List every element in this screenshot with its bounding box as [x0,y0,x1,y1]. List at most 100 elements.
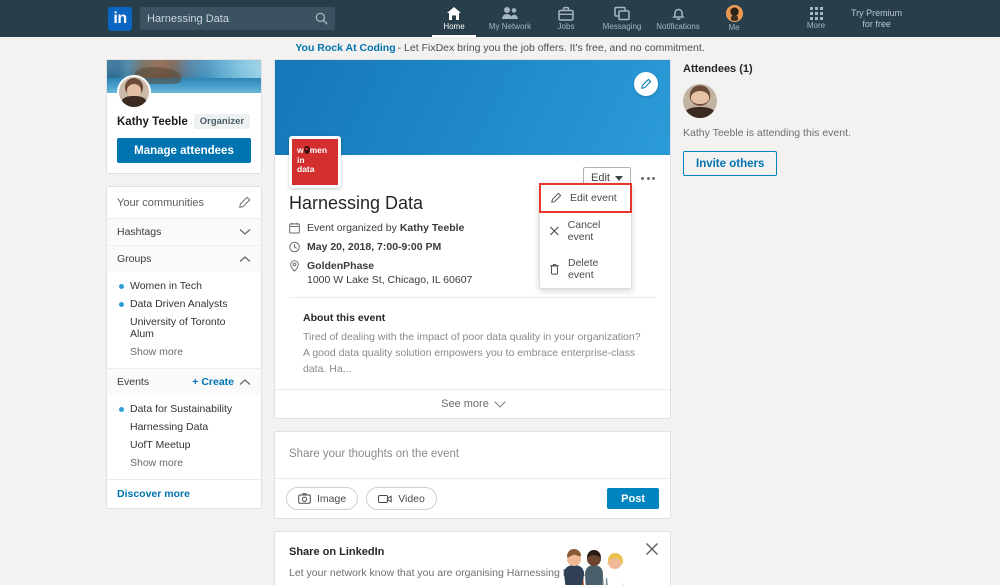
try-premium-link[interactable]: Try Premium for free [851,8,902,30]
section-groups[interactable]: Groups [107,245,261,272]
invite-others-button[interactable]: Invite others [683,151,777,176]
list-item[interactable]: Data for Sustainability [107,400,261,418]
add-image-button[interactable]: Image [286,487,358,510]
event-label: Data for Sustainability [130,403,232,415]
avatar-icon [726,5,743,22]
nav-item-my-network-label: My Network [489,22,531,31]
search-input[interactable] [147,13,315,25]
nav-item-me[interactable]: Me [706,0,762,37]
unread-dot-icon [119,302,124,307]
share-on-linkedin-card: Share on LinkedIn Let your network know … [274,531,671,585]
chevron-down-icon [239,228,251,236]
manage-attendees-button[interactable]: Manage attendees [117,138,251,163]
menu-item-edit-event[interactable]: Edit event [539,183,632,213]
communities-header: Your communities [107,187,261,218]
about-section: About this event Tired of dealing with t… [289,297,656,389]
logo-line-2: men [310,145,327,155]
group-label: Data Driven Analysts [130,298,227,310]
menu-item-delete-event[interactable]: Delete event [540,250,631,288]
menu-item-delete-event-label: Delete event [568,257,622,281]
nav-item-messaging-label: Messaging [603,22,642,31]
try-premium-line2: for free [851,19,902,30]
nav-item-notifications-label: Notifications [656,22,700,31]
profile-name: Kathy Teeble [117,116,188,128]
close-icon[interactable] [645,542,659,556]
organizer-name[interactable]: Kathy Teeble [400,222,465,234]
promo-text: - Let FixDex bring you the job offers. I… [398,42,705,54]
linkedin-logo-icon[interactable]: in [108,7,132,31]
nav-items: Home My Network Jobs Messagin [426,0,762,37]
menu-item-cancel-event-label: Cancel event [568,219,622,243]
more-options-button[interactable] [640,173,656,184]
list-item[interactable]: Harnessing Data [107,418,261,436]
nav-item-more[interactable]: More [793,7,839,30]
list-item[interactable]: University of Toronto Alum [107,313,261,343]
section-hashtags[interactable]: Hashtags [107,218,261,245]
event-address: 1000 W Lake St, Chicago, IL 60607 [307,274,472,286]
post-button[interactable]: Post [607,488,659,509]
pencil-icon [640,78,652,90]
unread-dot-icon [119,407,124,412]
see-more-label: See more [441,398,489,410]
events-show-more[interactable]: Show more [107,454,261,472]
grid-dots-icon [810,7,823,20]
section-hashtags-label: Hashtags [117,226,161,238]
nav-item-jobs-label: Jobs [558,22,575,31]
add-image-label: Image [317,493,346,505]
nav-item-home[interactable]: Home [426,0,482,37]
list-item[interactable]: Data Driven Analysts [107,295,261,313]
search-icon[interactable] [315,12,328,25]
promo-link[interactable]: You Rock At Coding [295,42,395,54]
event-label: Harnessing Data [130,421,208,433]
nav-item-jobs[interactable]: Jobs [538,0,594,37]
discover-more-link[interactable]: Discover more [107,479,261,508]
groups-show-more[interactable]: Show more [107,343,261,361]
event-venue: GoldenPhase [307,260,374,272]
event-actions-menu: Edit event Cancel event [539,183,632,289]
groups-show-more-label: Show more [130,346,183,358]
add-video-button[interactable]: Video [366,487,437,510]
events-list: Data for Sustainability Harnessing Data … [107,395,261,479]
chevron-down-icon [494,396,505,407]
event-banner: wmen in data [275,60,670,155]
trash-icon [549,263,560,275]
top-navigation-bar: in Home My Network [0,0,1000,37]
nav-item-notifications[interactable]: Notifications [650,0,706,37]
see-more-button[interactable]: See more [275,389,670,418]
nav-right-group: More Try Premium for free [793,7,902,30]
composer-placeholder[interactable]: Share your thoughts on the event [275,432,670,478]
status-badge: Organizer [194,114,250,129]
briefcase-icon [558,6,574,21]
menu-item-cancel-event[interactable]: Cancel event [540,212,631,250]
network-icon [501,6,519,21]
post-composer-card: Share your thoughts on the event Image [274,431,671,519]
event-label: UofT Meetup [130,439,191,451]
create-event-button[interactable]: + Create [192,376,234,388]
about-text: Tired of dealing with the impact of poor… [303,329,642,377]
video-icon [378,494,392,504]
nav-item-more-label: More [807,21,825,30]
nav-item-messaging[interactable]: Messaging [594,0,650,37]
edit-banner-button[interactable] [634,72,658,96]
events-show-more-label: Show more [130,457,183,469]
section-events[interactable]: Events + Create [107,368,261,395]
section-groups-label: Groups [117,253,151,265]
left-sidebar: Kathy Teeble Organizer Manage attendees … [106,59,262,521]
profile-card: Kathy Teeble Organizer Manage attendees [106,59,262,174]
nav-item-me-label: Me [728,23,739,32]
group-label: Women in Tech [130,280,202,292]
logo-line-1: w [297,145,304,155]
list-item[interactable]: UofT Meetup [107,436,261,454]
nav-item-my-network[interactable]: My Network [482,0,538,37]
attendee-avatar[interactable] [683,84,717,118]
about-heading: About this event [303,312,642,324]
avatar[interactable] [117,75,151,109]
promo-banner: You Rock At Coding - Let FixDex bring yo… [0,37,1000,59]
attendees-text: Kathy Teeble is attending this event. [683,127,883,139]
list-item[interactable]: Women in Tech [107,277,261,295]
pencil-icon[interactable] [238,196,251,209]
communities-card: Your communities Hashtags Groups [106,186,262,509]
search-box[interactable] [140,7,335,30]
unread-dot-icon [119,284,124,289]
event-card: wmen in data Edit [274,59,671,419]
